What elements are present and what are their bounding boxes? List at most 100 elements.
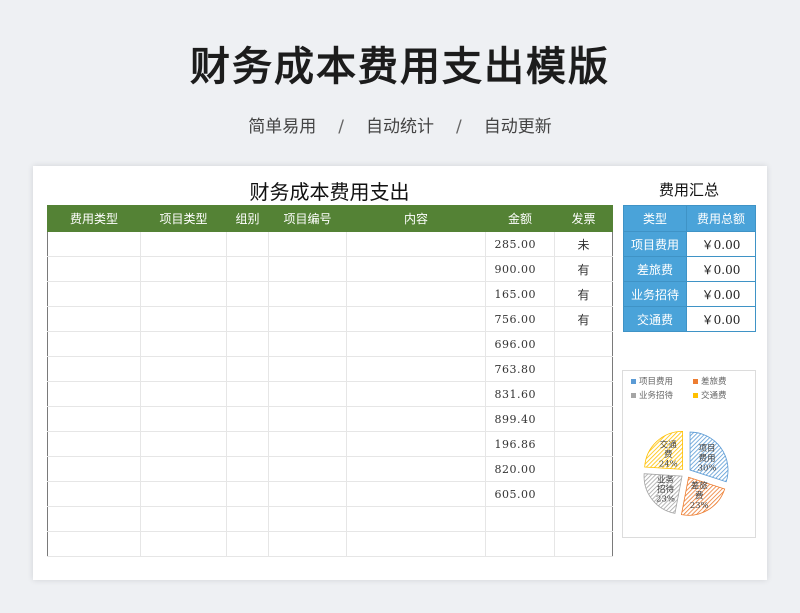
cell-amount[interactable]: 756.00 (485, 306, 555, 332)
cell-group[interactable] (226, 456, 269, 482)
summary-col-total[interactable]: 费用总额 (686, 205, 756, 232)
cell-invoice[interactable]: 有 (554, 281, 613, 307)
cell-content[interactable] (346, 306, 486, 332)
cell-amount[interactable]: 196.86 (485, 431, 555, 457)
cell-amount[interactable]: 899.40 (485, 406, 555, 432)
cell-invoice[interactable] (554, 356, 613, 382)
cell-project-no[interactable] (268, 431, 347, 457)
cell-content[interactable] (346, 256, 486, 282)
cell-project-type[interactable] (140, 506, 227, 532)
cell-project-type[interactable] (140, 331, 227, 357)
cell-group[interactable] (226, 381, 269, 407)
cell-content[interactable] (346, 381, 486, 407)
cell-invoice[interactable] (554, 456, 613, 482)
cell-invoice[interactable]: 有 (554, 256, 613, 282)
cell-group[interactable] (226, 306, 269, 332)
cell-content[interactable] (346, 456, 486, 482)
cell-amount[interactable]: 831.60 (485, 381, 555, 407)
cell-amount[interactable] (485, 506, 555, 532)
cell-expense-type[interactable] (47, 456, 141, 482)
cell-project-no[interactable] (268, 256, 347, 282)
cell-content[interactable] (346, 356, 486, 382)
cell-project-no[interactable] (268, 356, 347, 382)
cell-project-type[interactable] (140, 406, 227, 432)
cell-project-no[interactable] (268, 306, 347, 332)
cell-expense-type[interactable] (47, 506, 141, 532)
cell-group[interactable] (226, 256, 269, 282)
cell-project-type[interactable] (140, 356, 227, 382)
cell-amount[interactable]: 900.00 (485, 256, 555, 282)
cell-content[interactable] (346, 431, 486, 457)
cell-group[interactable] (226, 506, 269, 532)
cell-invoice[interactable] (554, 431, 613, 457)
col-header-project-no[interactable]: 项目编号 (268, 205, 347, 232)
cell-project-no[interactable] (268, 481, 347, 507)
summary-category[interactable]: 项目费用 (623, 231, 687, 257)
summary-category[interactable]: 差旅费 (623, 256, 687, 282)
cell-project-type[interactable] (140, 381, 227, 407)
cell-project-no[interactable] (268, 406, 347, 432)
summary-category[interactable]: 交通费 (623, 306, 687, 332)
cell-amount[interactable] (485, 531, 555, 557)
cell-expense-type[interactable] (47, 331, 141, 357)
pie-chart-panel[interactable]: 项目费用 差旅费 业务招待 交通费 项目 费用 30% 差旅费 23% 业务 招待 23% 交通费 24% (622, 370, 756, 538)
cell-group[interactable] (226, 281, 269, 307)
cell-expense-type[interactable] (47, 381, 141, 407)
cell-group[interactable] (226, 331, 269, 357)
cell-group[interactable] (226, 356, 269, 382)
cell-content[interactable] (346, 406, 486, 432)
summary-total[interactable]: ￥0.00 (686, 231, 756, 257)
col-header-expense-type[interactable]: 费用类型 (47, 205, 141, 232)
cell-project-type[interactable] (140, 231, 227, 257)
cell-invoice[interactable]: 有 (554, 306, 613, 332)
cell-project-type[interactable] (140, 531, 227, 557)
cell-group[interactable] (226, 406, 269, 432)
cell-content[interactable] (346, 331, 486, 357)
cell-expense-type[interactable] (47, 406, 141, 432)
cell-invoice[interactable] (554, 506, 613, 532)
cell-content[interactable] (346, 531, 486, 557)
summary-col-type[interactable]: 类型 (623, 205, 687, 232)
col-header-project-type[interactable]: 项目类型 (140, 205, 227, 232)
cell-expense-type[interactable] (47, 531, 141, 557)
cell-project-type[interactable] (140, 281, 227, 307)
cell-amount[interactable]: 285.00 (485, 231, 555, 257)
cell-expense-type[interactable] (47, 431, 141, 457)
cell-invoice[interactable] (554, 381, 613, 407)
cell-content[interactable] (346, 481, 486, 507)
cell-expense-type[interactable] (47, 481, 141, 507)
cell-group[interactable] (226, 231, 269, 257)
cell-group[interactable] (226, 431, 269, 457)
summary-total[interactable]: ￥0.00 (686, 256, 756, 282)
cell-project-no[interactable] (268, 231, 347, 257)
summary-total[interactable]: ￥0.00 (686, 281, 756, 307)
col-header-group[interactable]: 组别 (226, 205, 269, 232)
cell-project-type[interactable] (140, 306, 227, 332)
cell-project-type[interactable] (140, 431, 227, 457)
cell-expense-type[interactable] (47, 281, 141, 307)
cell-invoice[interactable] (554, 481, 613, 507)
summary-category[interactable]: 业务招待 (623, 281, 687, 307)
cell-project-type[interactable] (140, 256, 227, 282)
cell-amount[interactable]: 763.80 (485, 356, 555, 382)
cell-expense-type[interactable] (47, 231, 141, 257)
cell-project-no[interactable] (268, 281, 347, 307)
cell-expense-type[interactable] (47, 356, 141, 382)
cell-content[interactable] (346, 506, 486, 532)
cell-project-type[interactable] (140, 456, 227, 482)
cell-expense-type[interactable] (47, 306, 141, 332)
cell-invoice[interactable]: 未 (554, 231, 613, 257)
cell-project-no[interactable] (268, 506, 347, 532)
cell-group[interactable] (226, 531, 269, 557)
cell-expense-type[interactable] (47, 256, 141, 282)
cell-amount[interactable]: 696.00 (485, 331, 555, 357)
col-header-amount[interactable]: 金额 (485, 205, 555, 232)
col-header-content[interactable]: 内容 (346, 205, 486, 232)
cell-group[interactable] (226, 481, 269, 507)
cell-project-no[interactable] (268, 456, 347, 482)
cell-invoice[interactable] (554, 406, 613, 432)
cell-amount[interactable]: 605.00 (485, 481, 555, 507)
cell-project-type[interactable] (140, 481, 227, 507)
cell-project-no[interactable] (268, 331, 347, 357)
summary-total[interactable]: ￥0.00 (686, 306, 756, 332)
